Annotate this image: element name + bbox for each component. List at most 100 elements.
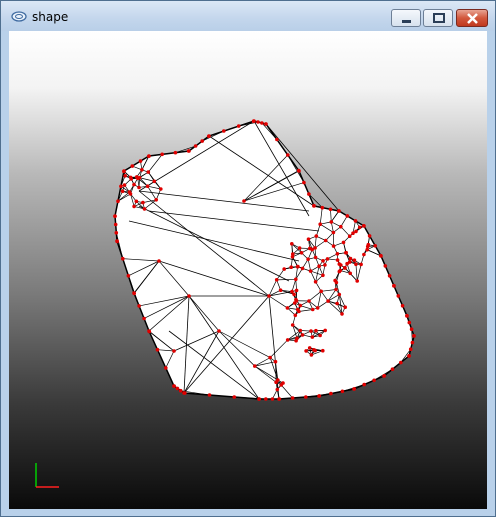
mesh-vertex — [345, 214, 350, 218]
mesh-vertex — [392, 283, 396, 288]
mesh-vertex — [337, 209, 341, 213]
3d-viewport[interactable] — [9, 31, 487, 509]
mesh-vertex — [344, 250, 349, 255]
mesh-vertex — [306, 237, 311, 241]
mesh-vertex — [329, 391, 333, 396]
mesh-vertex — [310, 247, 315, 252]
mesh-vertex — [310, 307, 315, 312]
mesh-vertex — [382, 374, 387, 378]
mesh-vertex — [365, 247, 370, 252]
mesh-vertex — [294, 288, 299, 293]
minimize-icon — [402, 20, 411, 23]
mesh-vertex — [116, 199, 120, 203]
mesh-vertex — [123, 174, 127, 178]
mesh-vertex — [160, 152, 164, 157]
mesh-vertex — [348, 256, 353, 261]
mesh-vertex — [345, 261, 349, 266]
mesh-vertex — [390, 367, 395, 372]
mesh-vertex — [321, 273, 325, 278]
mesh-vertex — [293, 313, 298, 318]
mesh-vertex — [294, 277, 298, 282]
mesh-vertex — [407, 320, 412, 325]
mesh-vertex — [222, 129, 226, 133]
mesh-vertex — [242, 199, 246, 203]
mesh-vertex — [313, 255, 318, 260]
mesh-vertex — [145, 184, 150, 188]
mesh-vertex — [362, 382, 367, 387]
mesh-vertex — [122, 183, 127, 187]
mesh-vertex — [341, 240, 346, 245]
mesh-vertex — [264, 397, 268, 401]
mesh-vertex — [357, 225, 362, 230]
mesh-vertex — [120, 189, 125, 194]
mesh-vertex — [323, 263, 327, 267]
mesh-vertex — [140, 168, 144, 172]
mesh-vertex — [278, 288, 283, 293]
minimize-button[interactable] — [391, 9, 421, 27]
mesh-vertex — [296, 264, 300, 269]
mesh-vertex — [155, 347, 160, 352]
mesh-vertex — [309, 329, 313, 333]
mesh-vertex — [137, 185, 141, 190]
mesh-vertex — [315, 306, 320, 310]
window-title: shape — [32, 10, 69, 24]
mesh-vertex — [331, 244, 336, 248]
mesh-vertex — [130, 164, 135, 168]
mesh-vertex — [343, 266, 347, 270]
title-bar[interactable]: shape — [1, 1, 495, 31]
mesh-vertex — [383, 264, 388, 268]
mesh-vertex — [141, 200, 145, 205]
mesh-vertex — [260, 121, 264, 125]
mesh-scene[interactable] — [9, 31, 487, 509]
app-icon — [11, 11, 27, 22]
mesh-vertex — [307, 192, 311, 196]
mesh-vertex — [405, 313, 409, 318]
triangulated-mesh — [113, 119, 416, 401]
mesh-vertex — [313, 280, 318, 284]
mesh-vertex — [337, 292, 342, 297]
mesh-vertex — [253, 364, 257, 368]
mesh-vertex — [236, 124, 241, 128]
mesh-vertex — [119, 184, 123, 189]
mesh-vertex — [312, 348, 316, 352]
mesh-vertex — [354, 262, 358, 266]
mesh-vertex — [359, 262, 363, 267]
maximize-button[interactable] — [423, 9, 453, 27]
mesh-vertex — [137, 176, 142, 180]
mesh-vertex — [355, 279, 360, 283]
mesh-vertex — [298, 303, 303, 308]
mesh-vertex — [178, 388, 183, 393]
mesh-vertex — [366, 242, 371, 247]
mesh-vertex — [318, 222, 323, 226]
close-button[interactable] — [456, 9, 488, 27]
mesh-vertex — [347, 234, 352, 238]
mesh-vertex — [314, 328, 318, 333]
mesh-vertex — [320, 205, 325, 210]
mesh-vertex — [173, 150, 178, 155]
mesh-vertex — [251, 119, 256, 123]
mesh-vertex — [290, 323, 295, 327]
mesh-vertex — [273, 359, 278, 364]
mesh-vertex — [310, 335, 315, 339]
mesh-vertex — [290, 242, 294, 246]
mesh-vertex — [335, 252, 340, 256]
mesh-vertex — [367, 234, 372, 238]
mesh-vertex — [274, 278, 279, 282]
mesh-vertex — [323, 328, 328, 333]
mesh-vertex — [304, 349, 308, 353]
mesh-vertex — [407, 354, 411, 358]
mesh-vertex — [307, 299, 311, 303]
mesh-vertex — [373, 244, 378, 248]
mesh-vertex — [270, 397, 275, 401]
mesh-vertex — [331, 230, 336, 235]
mesh-vertex — [282, 267, 287, 271]
mesh-vertex — [264, 122, 268, 126]
mesh-vertex — [343, 305, 348, 310]
mesh-vertex — [325, 257, 330, 261]
mesh-vertex — [147, 154, 151, 158]
mesh-vertex — [121, 256, 125, 261]
mesh-vertex — [268, 355, 272, 360]
mesh-vertex — [339, 263, 343, 267]
mesh-vertex — [396, 294, 401, 298]
mesh-vertex — [400, 304, 405, 308]
